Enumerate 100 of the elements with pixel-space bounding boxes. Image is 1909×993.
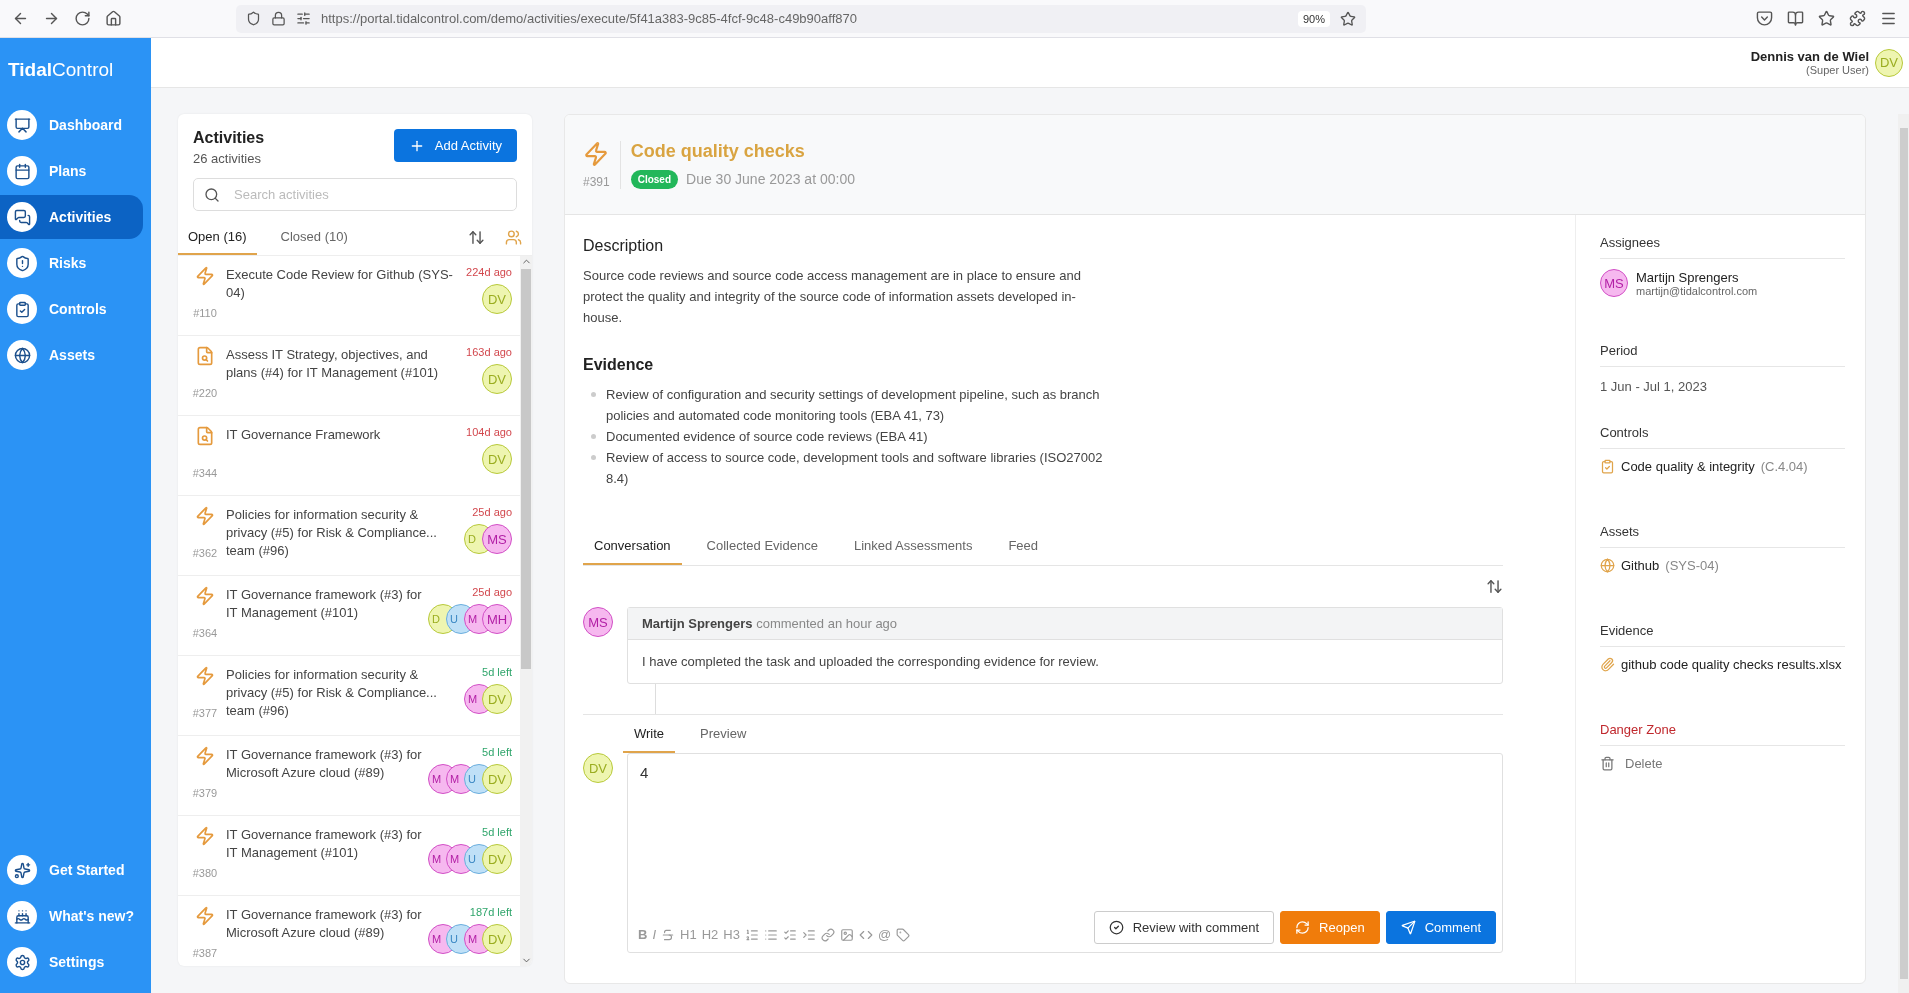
lightning-icon <box>195 746 215 766</box>
activity-number: #220 <box>192 387 218 399</box>
nav-item[interactable]: Controls <box>0 287 143 331</box>
bullet-list-icon <box>763 927 778 942</box>
puzzle-icon[interactable] <box>1849 10 1866 27</box>
tab[interactable]: Closed (10) <box>270 219 358 255</box>
calendar-icon <box>7 156 37 186</box>
tab[interactable]: Conversation <box>583 527 682 565</box>
section-heading: Controls <box>1600 425 1845 449</box>
activity-number: #380 <box>192 867 218 879</box>
link-icon <box>820 927 835 942</box>
delete-button[interactable]: Delete <box>1600 756 1663 771</box>
due-label: 5d left <box>482 826 512 838</box>
assignee-name: Martijn Sprengers <box>1636 269 1740 285</box>
indent-icon <box>801 927 816 942</box>
nav-item[interactable]: Get Started <box>0 848 143 892</box>
refresh-icon <box>1295 920 1311 935</box>
status-badge: Closed <box>630 169 679 189</box>
activity-item[interactable]: #220 Assess IT Strategy, objectives, and plans (#4) for IT Management (#101) 163d ago DV <box>178 336 520 416</box>
tab[interactable]: Collected Evidence <box>695 527 829 565</box>
back-icon[interactable] <box>12 10 29 27</box>
document-search-icon <box>195 346 215 366</box>
evidence-item: Documented evidence of source code reviews (EBA 41) <box>606 428 928 446</box>
sparkles-icon <box>7 855 37 885</box>
due-label: 5d left <box>482 746 512 758</box>
home-icon[interactable] <box>105 10 122 27</box>
activity-item[interactable]: #377 Policies for information security & privacy (#5) for Risk & Compliance... team (#96) 5d left M DV <box>178 656 520 736</box>
avatar: DV <box>482 284 512 314</box>
avatar: DV <box>482 764 512 794</box>
star-icon[interactable] <box>1818 10 1835 27</box>
sort-icon <box>1486 578 1503 595</box>
nav-item[interactable]: What's new? <box>0 894 143 938</box>
avatar: MS <box>482 524 512 554</box>
activity-item[interactable]: #380 IT Governance framework (#3) for IT Management (#101) 5d left M M U DV <box>178 816 520 896</box>
reader-icon[interactable] <box>1787 10 1804 27</box>
tab[interactable]: Linked Assessments <box>842 527 984 565</box>
lightning-icon <box>195 266 215 286</box>
settings-icon <box>7 947 37 977</box>
shield-icon <box>246 11 261 26</box>
presentation-board-icon <box>7 110 37 140</box>
activity-item[interactable]: #362 Policies for information security & privacy (#5) for Risk & Compliance... team (#96) 25d ago D MS <box>178 496 520 576</box>
scrollbar[interactable] <box>1898 114 1909 993</box>
search-icon <box>204 186 220 203</box>
nav-item[interactable]: Activities <box>0 195 143 239</box>
tab[interactable]: Open (16) <box>178 219 257 255</box>
activity-item[interactable]: #379 IT Governance framework (#3) for Microsoft Azure cloud (#89) 5d left M M U DV <box>178 736 520 816</box>
avatar: MS <box>583 607 613 637</box>
lightning-icon <box>195 586 215 606</box>
search-box[interactable]: Search activities <box>193 178 517 211</box>
due-label: 187d left <box>469 906 512 918</box>
zoom-level[interactable]: 90% <box>1297 10 1330 27</box>
avatar: DV <box>482 364 512 394</box>
cake-icon <box>7 901 37 931</box>
address-bar[interactable]: https://portal.tidalcontrol.com/demo/activities/execute/5f41a383-9c85-4fcf-9c48-c49b90aff870 90% <box>236 4 1366 33</box>
activity-title: Code quality checks <box>630 140 806 162</box>
comment-editor[interactable]: 4 B I H1 H2 H3 @ Review with comment Reopen Comment <box>627 753 1503 953</box>
description-text: Source code reviews and source code access management are in place to ensure and protect the quality and integrity of the source code of information assets developed in-house. <box>583 267 1082 327</box>
activity-title: Assess IT Strategy, objectives, and plans (#4) for IT Management (#101) <box>226 346 440 382</box>
activity-title: IT Governance Framework <box>226 426 382 444</box>
activity-number: #387 <box>192 947 218 959</box>
logo[interactable]: TidalControl <box>0 38 151 102</box>
comment-button[interactable]: Comment <box>1385 911 1496 944</box>
avatar: DV <box>482 844 512 874</box>
nav-item[interactable]: Dashboard <box>0 103 143 147</box>
lightning-icon <box>195 506 215 526</box>
review-button[interactable]: Review with comment <box>1093 911 1275 944</box>
activity-number: #391 <box>583 174 610 189</box>
tag-icon <box>896 927 911 942</box>
avatar: DV <box>583 753 613 783</box>
menu-icon[interactable] <box>1880 10 1897 27</box>
activity-item[interactable]: #387 IT Governance framework (#3) for Microsoft Azure cloud (#89) 187d left M U M DV <box>178 896 520 966</box>
activity-item[interactable]: #344 IT Governance Framework 104d ago DV <box>178 416 520 496</box>
activity-title: IT Governance framework (#3) for Microsoft Azure cloud (#89) <box>226 746 422 782</box>
control-link[interactable]: Code quality & integrity (C.4.04) <box>1600 459 1845 474</box>
tab[interactable]: Feed <box>997 527 1050 565</box>
nav-item[interactable]: Assets <box>0 333 143 377</box>
nav-item[interactable]: Settings <box>0 940 143 984</box>
activity-item[interactable]: #364 IT Governance framework (#3) for IT Management (#101) 25d ago D U M MH <box>178 576 520 656</box>
numbered-list-icon <box>744 927 759 942</box>
activity-number: #110 <box>193 307 217 319</box>
nav-item[interactable]: Risks <box>0 241 143 285</box>
avatar: DV <box>482 684 512 714</box>
tab[interactable]: Preview <box>689 715 758 753</box>
lightning-icon <box>195 666 215 686</box>
star-icon[interactable] <box>1340 10 1356 27</box>
trash-icon <box>1600 756 1615 771</box>
scrollbar[interactable] <box>520 256 532 966</box>
forward-icon[interactable] <box>43 10 60 27</box>
evidence-file-link[interactable]: github code quality checks results.xlsx <box>1600 657 1845 672</box>
asset-link[interactable]: Github (SYS-04) <box>1600 558 1845 573</box>
tab[interactable]: Write <box>623 715 676 753</box>
avatar: DV <box>1875 48 1903 77</box>
lightning-icon <box>195 826 215 846</box>
pocket-icon[interactable] <box>1756 10 1773 27</box>
activity-item[interactable]: #110 Execute Code Review for Github (SYS-04) 224d ago DV <box>178 256 520 336</box>
reload-icon[interactable] <box>74 10 91 27</box>
nav-item[interactable]: Plans <box>0 149 143 193</box>
comment-meta: Martijn Sprengers commented an hour ago <box>628 608 1502 640</box>
lightning-icon <box>195 906 215 926</box>
add-activity-button[interactable]: Add Activity <box>393 129 517 162</box>
